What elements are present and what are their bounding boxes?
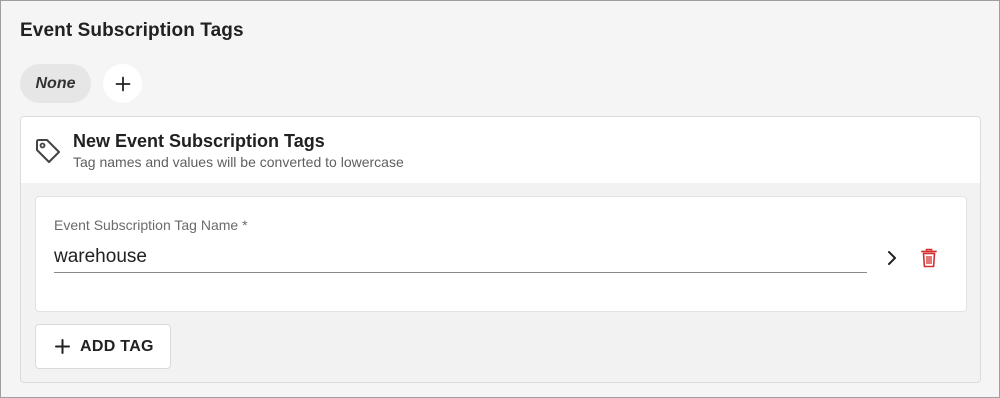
add-tag-label: ADD TAG (80, 337, 154, 355)
delete-tag-button[interactable] (918, 247, 940, 269)
section-title: Event Subscription Tags (20, 20, 244, 41)
trash-icon (921, 248, 937, 268)
panel-subtitle: Tag names and values will be converted t… (73, 154, 404, 170)
add-tag-button[interactable]: ADD TAG (35, 324, 171, 369)
tag-name-input[interactable] (54, 241, 867, 273)
panel-title: New Event Subscription Tags (73, 131, 325, 151)
tag-icon (36, 139, 60, 163)
event-subscription-tags-section: Event Subscription Tags None New Event S… (0, 0, 1000, 398)
expand-tag-button[interactable] (881, 247, 903, 269)
none-chip[interactable]: None (20, 64, 91, 103)
new-tags-panel: New Event Subscription Tags Tag names an… (20, 116, 981, 383)
panel-header: New Event Subscription Tags Tag names an… (21, 117, 980, 183)
chevron-right-icon (888, 251, 896, 265)
add-tag-circle-button[interactable] (103, 64, 142, 103)
tag-name-label: Event Subscription Tag Name * (54, 217, 248, 233)
plus-icon (55, 339, 70, 354)
tag-entry-card: Event Subscription Tag Name * (35, 196, 967, 312)
plus-icon (115, 76, 130, 91)
